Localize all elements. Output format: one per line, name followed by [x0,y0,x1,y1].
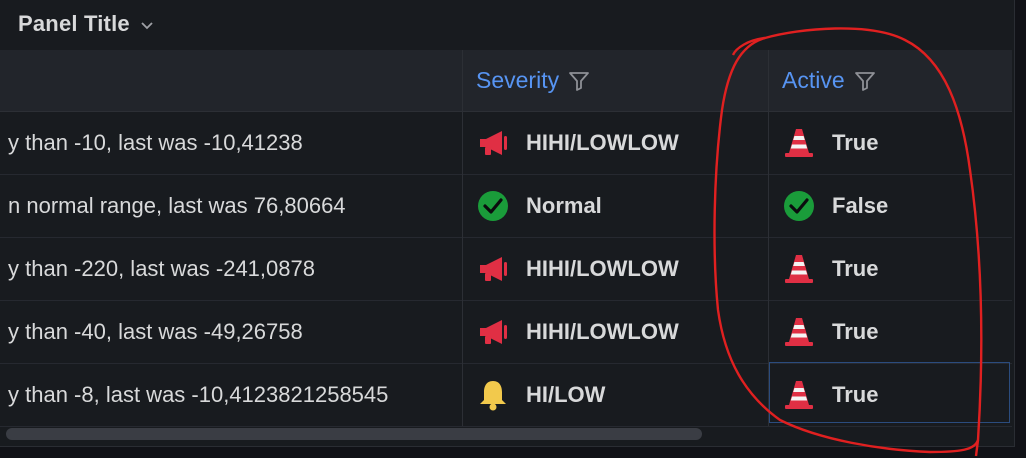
active-cell: True [782,238,878,300]
severity-cell: Normal [476,175,602,237]
focused-cell-outline [769,362,1010,423]
severity-cell: HIHI/LOWLOW [476,238,679,300]
bell-icon [476,378,510,412]
message-text: y than -8, last was -10,4123821258545 [8,382,389,407]
table-row[interactable]: y than -40, last was -49,26758 HIHI/LOWLO… [0,301,1012,364]
severity-cell: HIHI/LOWLOW [476,301,679,363]
message-cell: n normal range, last was 76,80664 [8,175,456,237]
check-circle-icon [476,189,510,223]
panel-title[interactable]: Panel Title [18,11,130,37]
severity-cell: HIHI/LOWLOW [476,112,679,174]
message-text: n normal range, last was 76,80664 [8,193,346,218]
filter-icon[interactable] [567,69,591,93]
filter-icon[interactable] [853,69,877,93]
column-divider[interactable] [462,50,463,426]
message-cell: y than -10, last was -10,41238 [8,112,456,174]
table-row[interactable]: y than -220, last was -241,0878 HIHI/LOWL… [0,238,1012,301]
message-text: y than -220, last was -241,0878 [8,256,315,281]
traffic-cone-icon [782,315,816,349]
megaphone-icon [476,315,510,349]
severity-text: HIHI/LOWLOW [526,256,679,281]
severity-text: HIHI/LOWLOW [526,130,679,155]
active-cell: True [782,112,878,174]
traffic-cone-icon [782,252,816,286]
column-header-active[interactable]: Active [782,50,877,111]
severity-text: HIHI/LOWLOW [526,319,679,344]
chevron-down-icon[interactable] [140,21,154,31]
column-header-severity[interactable]: Severity [476,50,591,111]
message-cell: y than -8, last was -10,4123821258545 [8,364,456,426]
active-text: True [832,319,879,344]
active-text: True [832,256,879,281]
severity-cell: HI/LOW [476,364,605,426]
table-header-row: Severity Active [0,50,1012,112]
message-cell: y than -220, last was -241,0878 [8,238,456,300]
message-text: y than -40, last was -49,26758 [8,319,303,344]
active-text: False [832,193,889,218]
table-panel: Panel Title Severity Active y than -10, … [0,0,1015,447]
megaphone-icon [476,252,510,286]
column-header-label[interactable]: Active [782,67,845,94]
message-text: y than -10, last was -10,41238 [8,130,303,155]
active-cell: True [782,301,878,363]
megaphone-icon [476,126,510,160]
severity-text: HI/LOW [526,382,606,407]
horizontal-scrollbar-thumb[interactable] [6,428,702,440]
check-circle-icon [782,189,816,223]
traffic-cone-icon [782,126,816,160]
severity-text: Normal [526,193,602,218]
column-header-label[interactable]: Severity [476,67,559,94]
message-cell: y than -40, last was -49,26758 [8,301,456,363]
active-cell: False [782,175,888,237]
active-text: True [832,130,879,155]
table-row[interactable]: y than -10, last was -10,41238 HIHI/LOWLO… [0,112,1012,175]
panel-header[interactable]: Panel Title [0,0,1014,48]
table-row[interactable]: n normal range, last was 76,80664 Normal F… [0,175,1012,238]
